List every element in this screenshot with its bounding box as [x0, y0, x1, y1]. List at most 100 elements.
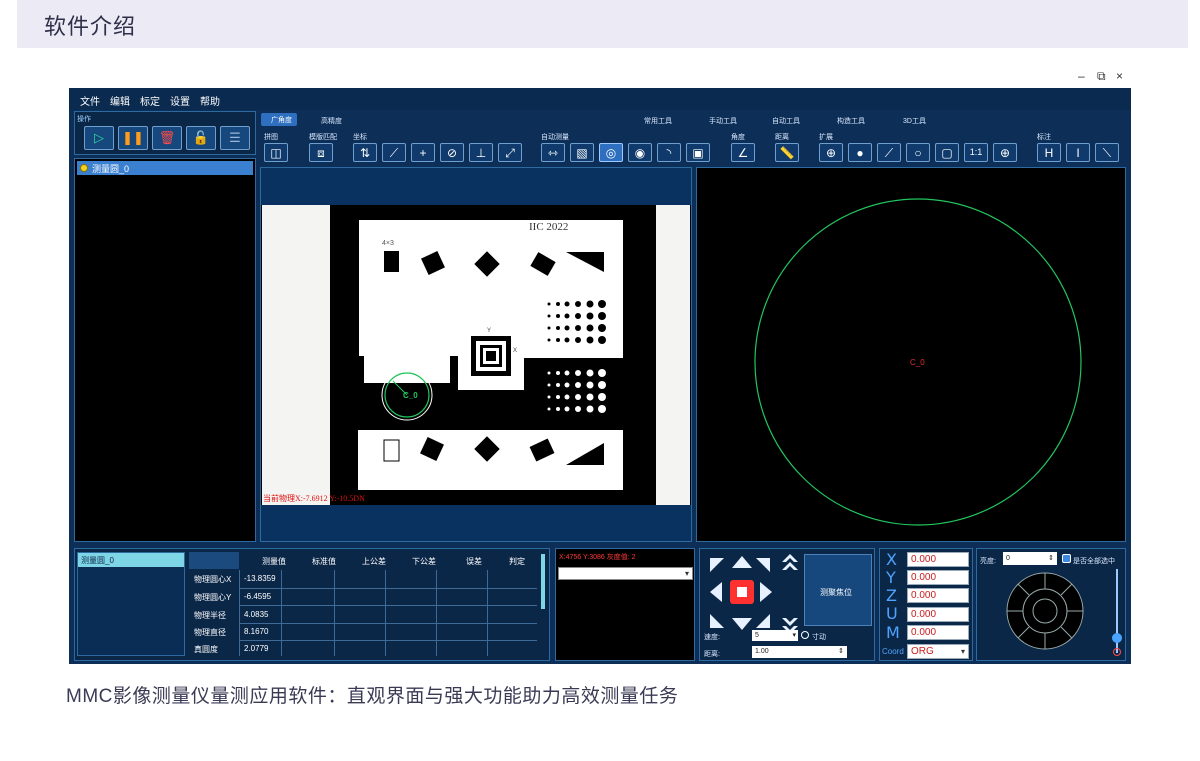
axis-y-value[interactable]: 0.000	[907, 570, 969, 585]
col-standard: 标准值	[312, 557, 336, 566]
tree-item[interactable]: 测量圆_0	[77, 161, 253, 175]
restore-button[interactable]: ⧉	[1097, 69, 1106, 84]
auto-line-button[interactable]: ⇿	[541, 143, 565, 162]
point-button[interactable]: ●	[848, 143, 872, 162]
template-match-button[interactable]: ⧈	[309, 143, 333, 162]
axis-m-value[interactable]: 0.000	[907, 625, 969, 640]
tab-wide-angle[interactable]: 广角度	[261, 113, 297, 126]
unlock-button[interactable]: 🔓	[186, 126, 216, 150]
line-button[interactable]: ⟋	[877, 143, 901, 162]
menu-help[interactable]: 帮助	[200, 93, 220, 108]
pause-icon: ❚❚	[122, 130, 144, 145]
coord-angle-button[interactable]: ⟋	[382, 143, 406, 162]
circle-outline-icon: ○	[914, 145, 922, 160]
speed-select[interactable]: 5 ▾	[752, 630, 798, 641]
menu-file[interactable]: 文件	[80, 93, 100, 108]
pixel-readout: X:4756 Y:3086 灰度值: 2	[559, 554, 636, 561]
section-header	[17, 0, 1188, 48]
hatched-square-icon: ▧	[576, 145, 588, 160]
auto-frame-button[interactable]: ▣	[686, 143, 710, 162]
light-off-icon[interactable]	[1113, 648, 1121, 656]
arrow-down-left-icon	[710, 614, 724, 628]
speed-label: 速度:	[704, 634, 720, 641]
distance-button[interactable]: 📏	[775, 143, 799, 162]
col-measured: 测量值	[262, 557, 286, 566]
crosshair-button[interactable]: +	[411, 143, 435, 162]
brightness-spinbox[interactable]: 0 ⇕	[1003, 552, 1057, 565]
pixel-mode-select[interactable]: ▾	[558, 567, 693, 580]
group-auto-tools: 自动工具	[772, 118, 800, 125]
pause-button[interactable]: ❚❚	[118, 126, 148, 150]
coord-select[interactable]: ORG ▾	[907, 644, 969, 659]
operation-panel: 操作 ▷ ❚❚ 🗑 🔓 ☰	[74, 111, 256, 155]
coord-x-button[interactable]: ⇅	[353, 143, 377, 162]
angle-button[interactable]: ∠	[731, 143, 755, 162]
label-angle: 角度	[731, 134, 745, 141]
operation-label: 操作	[77, 116, 91, 123]
results-table: 测量值 标准值 上公差 下公差 误差 判定 物理圆心X -13.8359 物理圆…	[189, 552, 539, 656]
autofocus-button[interactable]: 测聚焦位	[804, 554, 872, 626]
auto-circle-button[interactable]: ◎	[599, 143, 623, 162]
axis-u-value[interactable]: 0.000	[907, 607, 969, 622]
label-coordinate: 坐标	[353, 134, 367, 141]
split-view-icon: ◫	[270, 145, 282, 160]
menu-calibrate[interactable]: 标定	[140, 93, 160, 108]
stop-icon	[737, 587, 747, 597]
menu-bar: 文件 编辑 标定 设置 帮助	[69, 88, 1131, 110]
coord-system-button[interactable]: ⤢	[498, 143, 522, 162]
angle-icon: ∠	[737, 145, 749, 160]
auto-ring-button[interactable]: ◉	[628, 143, 652, 162]
v-dimension-icon: I	[1076, 145, 1080, 160]
circle-tool-button[interactable]: ○	[906, 143, 930, 162]
grid-label-top: 4×3	[382, 240, 394, 247]
arrow-right-icon	[760, 582, 772, 602]
delete-button[interactable]: 🗑	[152, 126, 182, 150]
close-button[interactable]: ×	[1116, 69, 1123, 83]
target-title: IIC 2022	[529, 221, 569, 233]
stitch-button[interactable]: ◫	[264, 143, 288, 162]
angle-line-icon: ⟋	[389, 145, 399, 160]
menu-settings[interactable]: 设置	[170, 93, 190, 108]
extend-button[interactable]: ⊕	[819, 143, 843, 162]
play-icon: ▷	[94, 130, 104, 145]
light-ring-selector[interactable]	[1005, 571, 1085, 651]
annotate-h-button[interactable]: H	[1037, 143, 1061, 162]
list-menu-button[interactable]: ☰	[220, 126, 250, 150]
camera-view-right[interactable]: C_0	[696, 167, 1126, 542]
grid-label-bottom: 4×3	[382, 465, 394, 472]
label-annotate: 标注	[1037, 134, 1051, 141]
jog-arrows[interactable]	[704, 552, 804, 636]
circle-origin-button[interactable]: ⊘	[440, 143, 464, 162]
unlock-icon: 🔓	[192, 130, 210, 145]
axis-origin-button[interactable]: ⊥	[469, 143, 493, 162]
tab-high-precision[interactable]: 高精度	[321, 116, 342, 126]
auto-rect-button[interactable]: ▧	[570, 143, 594, 162]
result-item-list: 测量圆_0	[77, 552, 185, 656]
circle-item-icon	[80, 164, 88, 172]
results-scrollbar[interactable]	[541, 554, 545, 609]
result-item[interactable]: 测量圆_0	[78, 553, 184, 567]
results-panel: 测量圆_0 测量值 标准值 上公差 下公差 误差 判定 物理圆心X -13.83…	[74, 548, 550, 661]
chevron-down-icon: ▾	[960, 647, 965, 656]
annotate-v-button[interactable]: I	[1066, 143, 1090, 162]
camera-view-left[interactable]: IIC 2022 4×3 4×3 Y X C_0 当前物理X:-7.6912 Y…	[260, 167, 692, 542]
annotate-angle-button[interactable]: ⟍	[1095, 143, 1119, 162]
spinner-icon: ⇕	[838, 648, 844, 655]
axis-x-value[interactable]: 0.000	[907, 552, 969, 567]
distance-spinbox[interactable]: 1.00 ⇕	[752, 646, 847, 658]
brightness-slider-thumb[interactable]	[1112, 633, 1122, 643]
ratio-button[interactable]: 1:1	[964, 143, 988, 162]
group-common-tools: 常用工具	[644, 118, 672, 125]
line-icon: ⟋	[884, 145, 894, 160]
pixel-info-panel: X:4756 Y:3086 灰度值: 2 ▾	[555, 548, 695, 661]
minimize-button[interactable]: –	[1078, 69, 1085, 83]
center-tool-button[interactable]: ⊕	[993, 143, 1017, 162]
select-all-checkbox[interactable]	[1062, 554, 1071, 563]
auto-arc-button[interactable]: ◝	[657, 143, 681, 162]
arrow-down-icon	[732, 618, 752, 630]
menu-edit[interactable]: 编辑	[110, 93, 130, 108]
rect-tool-button[interactable]: ▢	[935, 143, 959, 162]
run-button[interactable]: ▷	[84, 126, 114, 150]
axis-z-value[interactable]: 0.000	[907, 588, 969, 603]
jog-radio[interactable]	[801, 631, 809, 639]
